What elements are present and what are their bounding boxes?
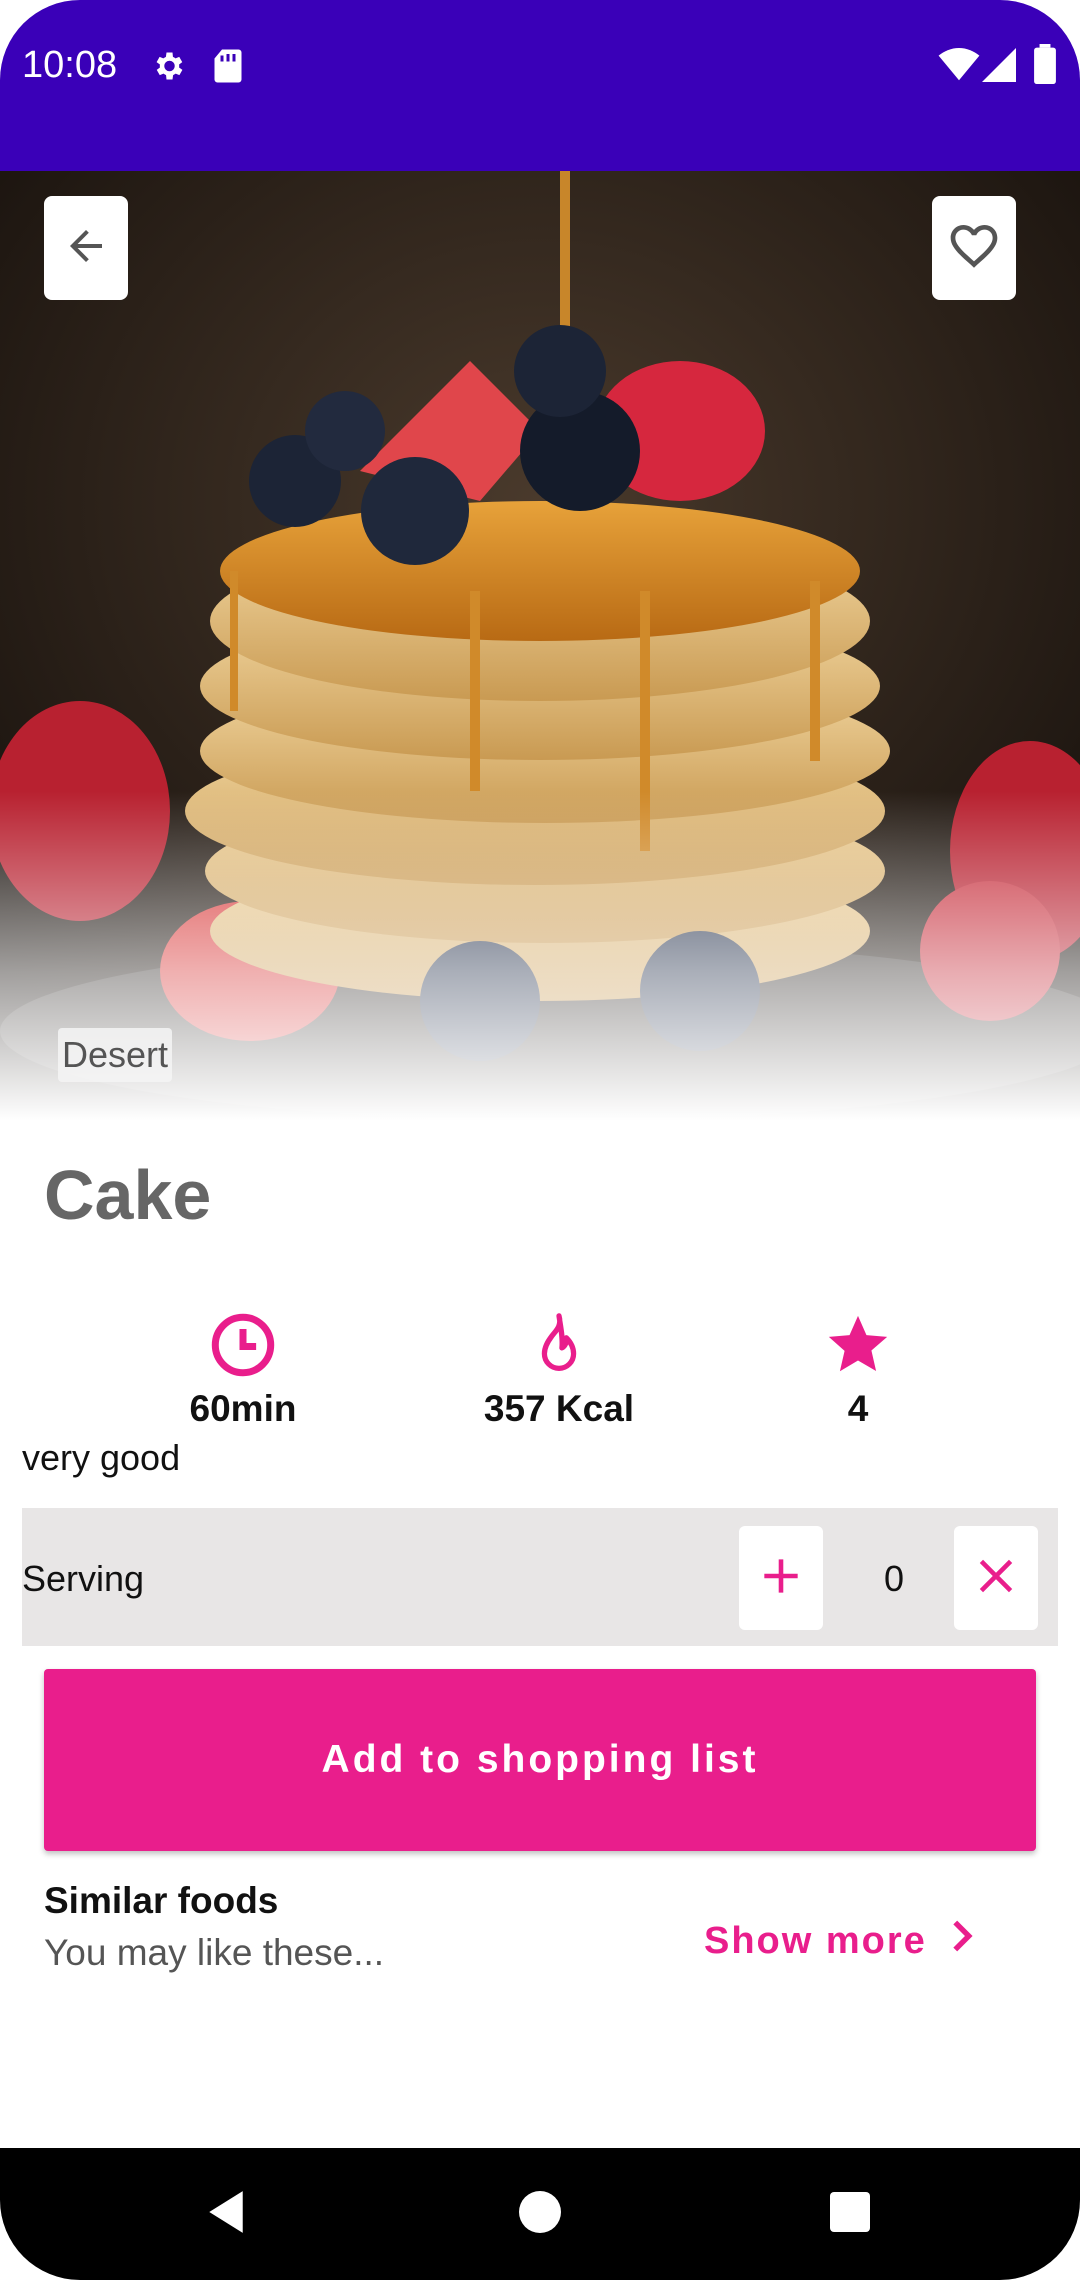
show-more-label: Show more (704, 1919, 927, 1962)
rating-text: very good (22, 1437, 181, 1478)
similar-foods-title: Similar foods (44, 1880, 279, 1921)
back-button[interactable] (44, 196, 128, 300)
battery-icon (1034, 44, 1056, 89)
status-bar: 10:08 (0, 0, 1080, 171)
close-icon (971, 1551, 1021, 1606)
hero-image (0, 171, 1080, 1121)
status-time: 10:08 (22, 44, 118, 86)
settings-icon (150, 48, 186, 89)
show-more-button[interactable]: Show more (704, 1918, 977, 1964)
system-nav-bar (0, 2148, 1080, 2280)
signal-icon (982, 48, 1016, 87)
stat-rating: 4 (728, 1310, 988, 1430)
stat-time: 60min (113, 1310, 373, 1430)
stat-time-label: 60min (189, 1388, 297, 1429)
square-recents-icon (830, 2191, 870, 2237)
chevron-right-icon (927, 1918, 977, 1964)
increment-button[interactable] (739, 1526, 823, 1630)
similar-foods-subtitle: You may like these... (44, 1932, 385, 1973)
star-icon (728, 1310, 988, 1380)
circle-home-icon (519, 2190, 561, 2238)
clear-serving-button[interactable] (954, 1526, 1038, 1630)
triangle-back-icon (204, 2189, 248, 2240)
nav-back-button[interactable] (196, 2184, 256, 2244)
add-to-shopping-list-button[interactable]: Add to shopping list (44, 1669, 1036, 1851)
serving-value: 0 (884, 1558, 905, 1599)
plus-icon (756, 1551, 806, 1606)
nav-recents-button[interactable] (820, 2184, 880, 2244)
stat-calories-label: 357 Kcal (483, 1388, 635, 1429)
recipe-title: Cake (44, 1156, 212, 1234)
clock-icon (113, 1310, 373, 1380)
serving-bar: Serving 0 (22, 1508, 1058, 1646)
flame-icon (429, 1310, 689, 1380)
arrow-left-icon (62, 222, 110, 275)
nav-home-button[interactable] (510, 2184, 570, 2244)
serving-label: Serving (22, 1558, 145, 1599)
wifi-icon (938, 48, 980, 87)
stat-rating-label: 4 (847, 1388, 869, 1429)
sd-card-icon (212, 48, 244, 89)
stat-calories: 357 Kcal (429, 1310, 689, 1430)
category-chip: Desert (58, 1028, 173, 1082)
favorite-button[interactable] (932, 196, 1016, 300)
heart-outline-icon (946, 218, 1002, 279)
